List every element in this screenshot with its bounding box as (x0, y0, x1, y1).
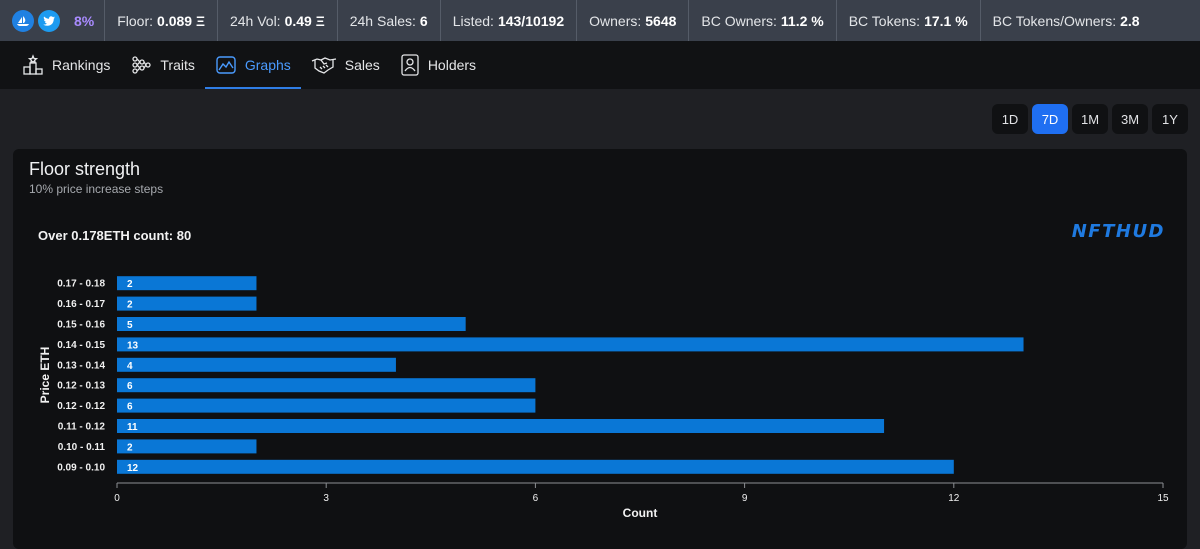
bar-value-label: 6 (127, 381, 133, 392)
bar-value-label: 5 (127, 320, 133, 331)
range-7d-button[interactable]: 7D (1032, 104, 1068, 134)
percent-badge: 8% (74, 12, 95, 29)
tab-holders-label: Holders (427, 57, 477, 73)
volume-stat: 24h Vol: 0.49 Ξ (218, 0, 338, 41)
range-1y-button[interactable]: 1Y (1152, 104, 1188, 134)
bc-owners-stat: BC Owners: 11.2 % (689, 0, 837, 41)
bar-6 (117, 398, 536, 413)
bar-5 (117, 378, 536, 393)
y-tick-label: 0.17 - 0.18 (57, 279, 105, 290)
bar-value-label: 2 (127, 442, 133, 453)
bar-value-label: 2 (127, 279, 133, 290)
x-tick-label: 12 (948, 493, 960, 504)
y-tick-label: 0.15 - 0.16 (57, 320, 105, 331)
y-axis-label: Price ETH (38, 347, 52, 404)
bar-value-label: 4 (127, 361, 133, 372)
tab-graphs-label: Graphs (244, 57, 291, 73)
listed-stat: Listed: 143/10192 (441, 0, 578, 41)
tab-sales[interactable]: Sales (301, 41, 390, 89)
range-selector: 1D 7D 1M 3M 1Y (992, 104, 1188, 134)
bar-4 (117, 357, 396, 372)
nfthud-logo: NFTHUD (1072, 221, 1165, 242)
opensea-icon[interactable] (12, 9, 34, 32)
y-tick-label: 0.12 - 0.13 (57, 381, 105, 392)
range-1d-button[interactable]: 1D (992, 104, 1028, 134)
x-tick-label: 0 (114, 493, 120, 504)
bar-8 (117, 439, 257, 454)
tab-graphs[interactable]: Graphs (204, 41, 301, 89)
bc-ratio-stat: BC Tokens/Owners: 2.8 (992, 12, 1140, 29)
bar-9 (117, 459, 954, 474)
bar-value-label: 12 (127, 463, 139, 474)
x-tick-label: 9 (742, 493, 748, 504)
tab-rankings-label: Rankings (52, 57, 111, 73)
y-tick-label: 0.12 - 0.12 (57, 401, 105, 412)
bar-3 (117, 337, 1024, 352)
tab-sales-label: Sales (344, 57, 380, 73)
chart-icon (216, 56, 236, 74)
y-tick-label: 0.16 - 0.17 (57, 299, 105, 310)
x-tick-label: 6 (533, 493, 539, 504)
traits-icon (132, 56, 152, 74)
bar-value-label: 13 (127, 340, 139, 351)
tab-rankings[interactable]: Rankings (12, 41, 120, 89)
floor-strength-chart: Over 0.178ETH count: 80 NFTHUD 0.17 - 0.18… (38, 221, 1169, 520)
chart-title: Over 0.178ETH count: 80 (38, 228, 191, 243)
owners-stat: Owners: 5648 (577, 0, 690, 41)
bc-tokens-stat: BC Tokens: 17.1 % (837, 0, 981, 41)
y-tick-label: 0.10 - 0.11 (58, 442, 106, 453)
bar-1 (117, 296, 257, 311)
y-tick-label: 0.14 - 0.15 (57, 340, 105, 351)
y-tick-label: 0.11 - 0.12 (58, 422, 106, 433)
range-1m-button[interactable]: 1M (1072, 104, 1108, 134)
range-3m-button[interactable]: 3M (1112, 104, 1148, 134)
x-tick-label: 3 (323, 493, 329, 504)
holder-icon (401, 54, 419, 76)
bar-0 (117, 276, 257, 291)
x-tick-label: 15 (1157, 493, 1169, 504)
bar-value-label: 2 (127, 300, 133, 311)
twitter-icon[interactable] (38, 9, 60, 32)
podium-icon (23, 54, 43, 75)
sales-stat: 24h Sales: 6 (338, 0, 441, 41)
y-tick-label: 0.13 - 0.14 (57, 360, 105, 371)
bar-2 (117, 317, 466, 331)
handshake-icon (311, 57, 336, 74)
y-tick-label: 0.09 - 0.10 (57, 462, 105, 473)
bar-value-label: 11 (127, 422, 138, 433)
tab-traits-label: Traits (160, 57, 195, 73)
tab-holders[interactable]: Holders (390, 41, 486, 89)
bar-value-label: 6 (127, 402, 133, 413)
tab-traits[interactable]: Traits (120, 41, 204, 89)
stats-bar: 8% Floor: 0.089 Ξ 24h Vol: 0.49 Ξ 24h Sale… (0, 0, 1200, 41)
main-nav: Rankings Traits Graphs Sales Holders (0, 41, 1200, 89)
floor-stat: Floor: 0.089 Ξ (105, 0, 218, 41)
x-axis-label: Count (623, 506, 658, 520)
social-links: 8% (0, 0, 106, 41)
bar-7 (117, 419, 885, 433)
floor-strength-card: Floor strength 10% price increase steps … (13, 149, 1187, 549)
